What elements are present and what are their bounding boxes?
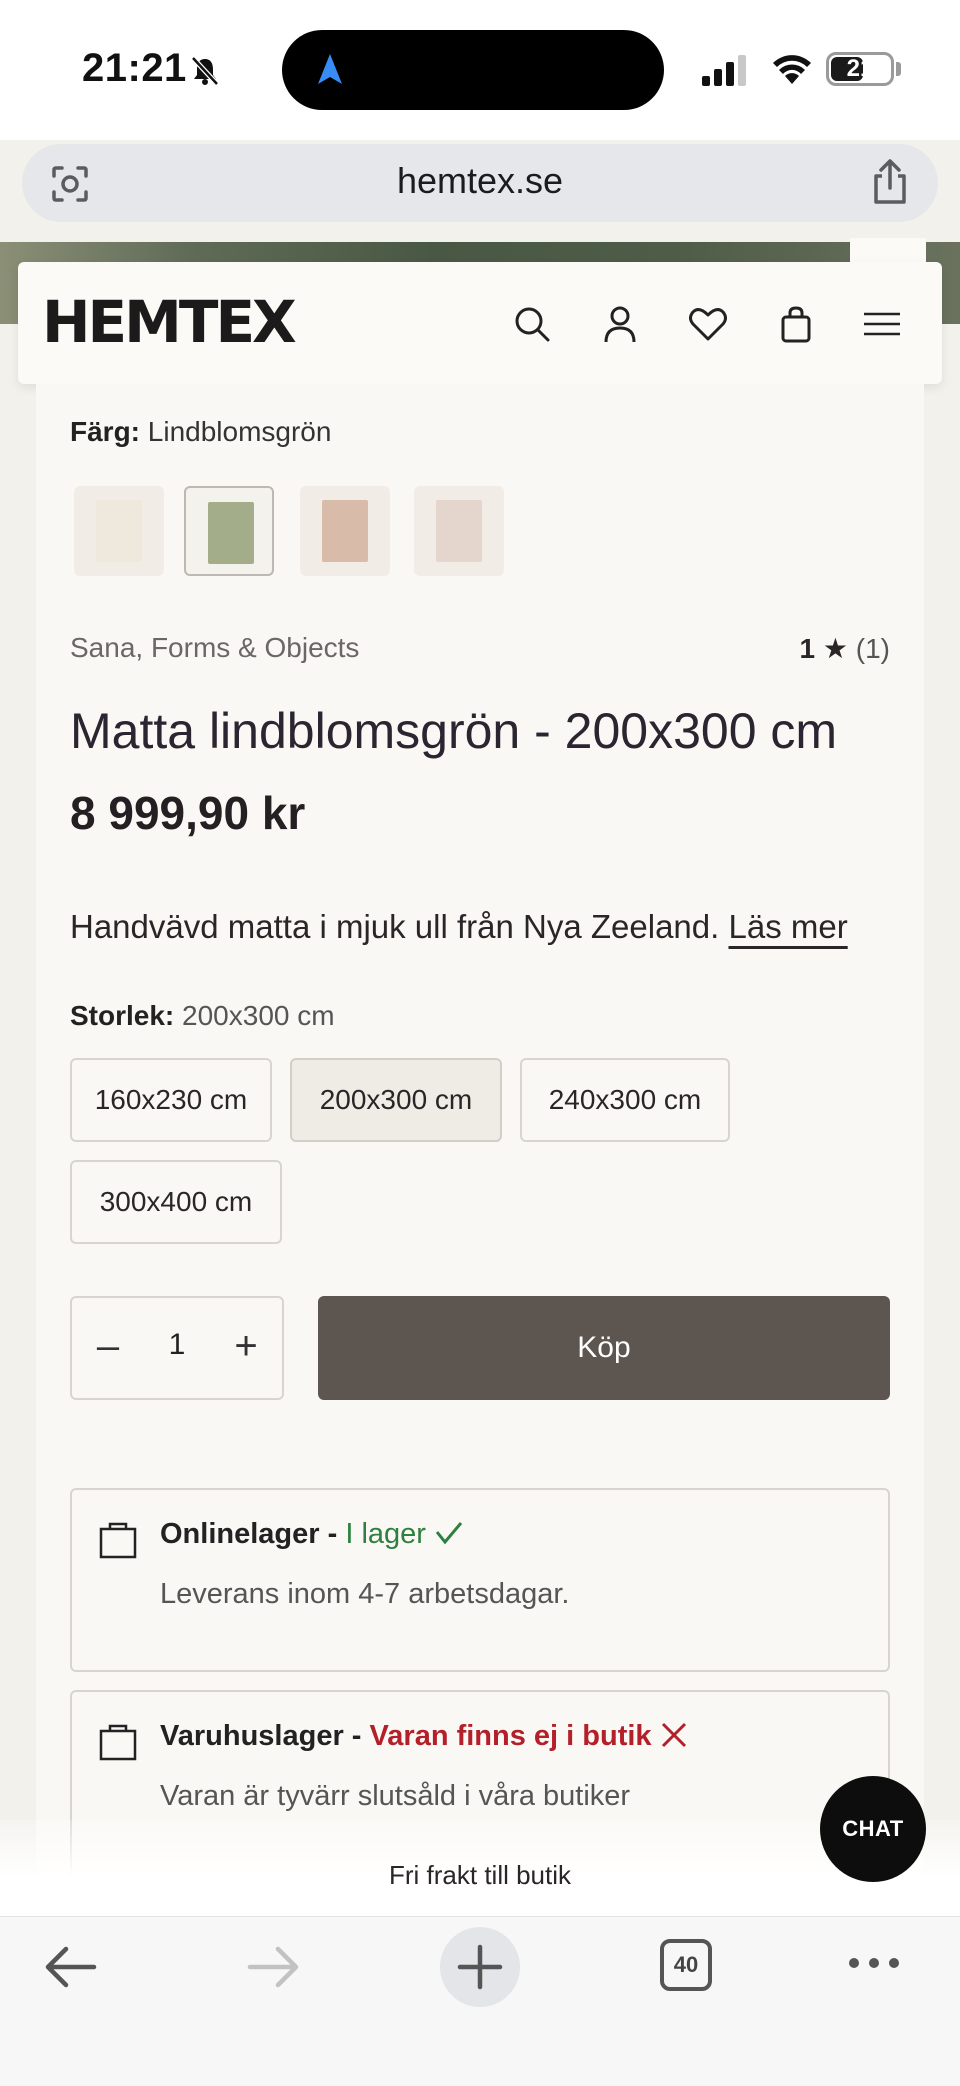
back-arrow-icon[interactable]	[42, 1943, 98, 1991]
menu-icon[interactable]	[860, 302, 904, 346]
new-tab-button[interactable]	[440, 1927, 520, 2007]
online-stock-status: I lager	[345, 1518, 426, 1550]
search-icon[interactable]	[510, 302, 554, 346]
forward-arrow-icon[interactable]	[246, 1943, 302, 1991]
package-icon	[99, 1522, 137, 1559]
rating-value: 1	[799, 633, 816, 664]
store-stock-status: Varan finns ej i butik	[369, 1720, 652, 1752]
swatch-rug	[322, 500, 368, 562]
swatch-rug	[208, 502, 254, 564]
star-icon: ★	[822, 633, 848, 664]
product-description: Handvävd matta i mjuk ull från Nya Zeela…	[70, 908, 848, 946]
online-stock-label: Onlinelager -	[160, 1518, 338, 1550]
dynamic-island	[282, 30, 664, 110]
online-delivery-text: Leverans inom 4-7 arbetsdagar.	[160, 1578, 570, 1610]
product-price: 8 999,90 kr	[70, 787, 306, 839]
status-bar: 21:21 21	[0, 0, 960, 140]
product-title: Matta lindblomsgrön - 200x300 cm	[70, 703, 838, 759]
cross-icon	[661, 1722, 686, 1748]
checkmark-icon	[435, 1522, 463, 1545]
swatch-rug	[436, 500, 482, 562]
more-dots-icon[interactable]	[846, 1951, 902, 1975]
tabs-button[interactable]: 40	[660, 1939, 712, 1991]
color-swatch-white[interactable]	[74, 486, 164, 576]
status-time: 21:21	[82, 46, 187, 90]
read-more-link[interactable]: Läs mer	[728, 908, 847, 945]
wifi-icon	[773, 55, 811, 84]
color-swatch-rose[interactable]	[300, 486, 390, 576]
size-option-200x300[interactable]: 200x300 cm	[290, 1058, 502, 1142]
size-option-300x400[interactable]: 300x400 cm	[70, 1160, 282, 1244]
share-icon[interactable]	[868, 158, 912, 206]
size-value: 200x300 cm	[182, 1000, 335, 1031]
quantity-stepper: – 1 +	[70, 1296, 284, 1400]
description-text: Handvävd matta i mjuk ull från Nya Zeela…	[70, 908, 720, 945]
free-shipping-banner: Fri frakt till butik	[388, 1860, 572, 1890]
browser-toolbar: 40	[0, 1916, 960, 2086]
heart-icon[interactable]	[686, 302, 730, 346]
plus-icon	[457, 1944, 503, 1990]
swatch-rug	[96, 500, 142, 562]
quantity-increase-button[interactable]: +	[226, 1326, 266, 1368]
store-stock-label: Varuhuslager -	[160, 1720, 362, 1752]
store-stock-text: Varan är tyvärr slutsåld i våra butiker	[160, 1780, 631, 1812]
hemtex-logo[interactable]: HEMTEX	[42, 288, 297, 356]
color-label: Färg:	[70, 416, 140, 447]
online-stock-heading: Onlinelager - I lager	[160, 1518, 464, 1551]
product-rating[interactable]: 1 ★ (1)	[800, 632, 890, 665]
color-swatch-lindblomsgron[interactable]	[184, 486, 274, 576]
chat-button[interactable]: CHAT	[820, 1776, 926, 1882]
shopping-bag-icon[interactable]	[774, 302, 818, 346]
battery-level: 21	[846, 55, 874, 82]
url-text[interactable]: hemtex.se	[22, 160, 938, 202]
buy-button[interactable]: Köp	[318, 1296, 890, 1400]
online-stock-box: Onlinelager - I lager Leverans inom 4-7 …	[70, 1488, 890, 1672]
bell-muted-icon	[191, 56, 219, 86]
size-option-160x230[interactable]: 160x230 cm	[70, 1058, 272, 1142]
cellular-signal-icon	[702, 55, 746, 86]
package-icon	[99, 1724, 137, 1761]
battery-icon: 21	[826, 52, 894, 86]
address-bar[interactable]: hemtex.se	[22, 144, 938, 222]
rating-count: (1)	[855, 633, 890, 664]
navigation-arrow-icon	[318, 54, 342, 84]
color-value: Lindblomsgrön	[147, 416, 332, 447]
color-selection-label: Färg: Lindblomsgrön	[70, 416, 331, 448]
product-brand[interactable]: Sana, Forms & Objects	[70, 632, 359, 664]
quantity-decrease-button[interactable]: –	[88, 1326, 128, 1368]
size-label: Storlek:	[70, 1000, 175, 1031]
size-option-240x300[interactable]: 240x300 cm	[520, 1058, 730, 1142]
site-header: HEMTEX	[18, 262, 942, 384]
color-swatch-pale-pink[interactable]	[414, 486, 504, 576]
quantity-value[interactable]: 1	[152, 1328, 202, 1362]
store-stock-heading: Varuhuslager - Varan finns ej i butik	[160, 1720, 688, 1753]
account-icon[interactable]	[598, 302, 642, 346]
size-selection-label: Storlek: 200x300 cm	[70, 1000, 335, 1032]
